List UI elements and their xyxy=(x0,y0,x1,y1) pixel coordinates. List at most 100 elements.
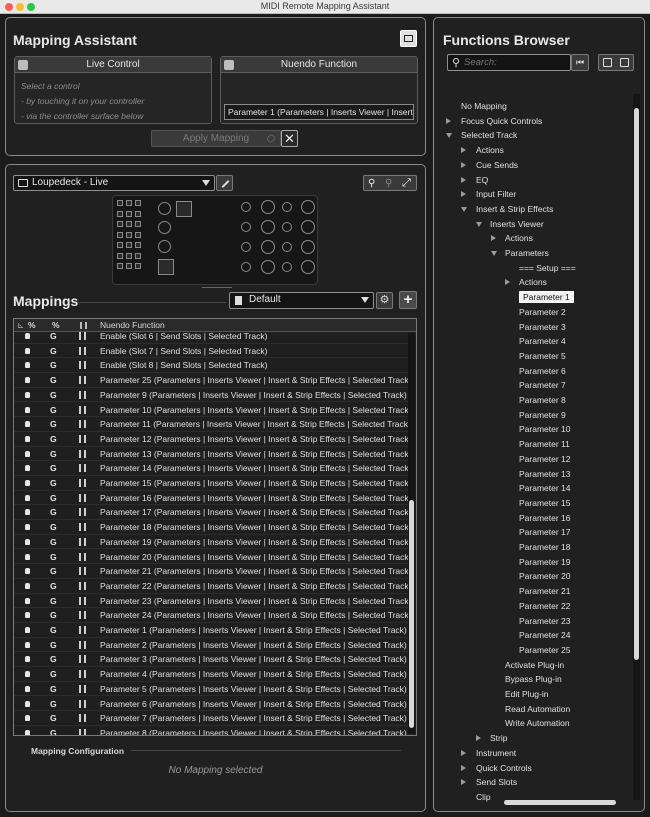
pad-button[interactable] xyxy=(126,252,132,259)
dial[interactable] xyxy=(261,220,275,234)
table-row[interactable]: G Parameter 18 (Parameters | Inserts View… xyxy=(14,520,411,535)
tree-item[interactable]: Parameters xyxy=(505,246,549,261)
lock-icon[interactable] xyxy=(224,60,234,70)
table-row[interactable]: G Parameter 25 (Parameters | Inserts View… xyxy=(14,373,411,388)
layout-toggle-button[interactable] xyxy=(400,30,417,47)
pad-button[interactable] xyxy=(135,221,141,227)
dial[interactable] xyxy=(261,240,275,254)
table-row[interactable]: G Parameter 5 (Parameters | Inserts Viewe… xyxy=(14,682,409,697)
page-settings-button[interactable]: ⚙ xyxy=(376,292,393,309)
knob[interactable] xyxy=(158,221,171,234)
chevron-right-icon[interactable] xyxy=(505,279,510,286)
table-row[interactable]: G Parameter 14 (Parameters | Inserts View… xyxy=(14,461,411,476)
dial[interactable] xyxy=(301,260,315,274)
table-row[interactable]: G Parameter 2 (Parameters | Inserts Viewe… xyxy=(14,638,409,653)
tree-item[interactable]: Clip xyxy=(476,790,491,805)
tree-item[interactable]: Parameter 5 xyxy=(519,349,566,364)
tree-item[interactable]: No Mapping xyxy=(461,99,507,114)
tree-item[interactable]: Parameter 15 xyxy=(519,496,571,511)
chevron-right-icon[interactable] xyxy=(461,176,466,183)
chevron-down-icon[interactable] xyxy=(461,206,467,212)
encoder[interactable] xyxy=(282,222,292,232)
clear-mapping-button[interactable]: ✕ xyxy=(281,130,298,147)
chevron-down-icon[interactable] xyxy=(446,133,452,139)
collapse-all-button[interactable]: ⏮ xyxy=(571,54,589,71)
tree-item[interactable]: Input Filter xyxy=(476,187,516,202)
functions-scrollbar-thumb[interactable] xyxy=(634,108,639,660)
tree-item[interactable]: Parameter 22 xyxy=(519,599,571,614)
table-row[interactable]: G Parameter 6 (Parameters | Inserts Viewe… xyxy=(14,697,409,712)
tree-item[interactable]: Actions xyxy=(476,143,504,158)
pad-button[interactable] xyxy=(117,252,123,259)
dial[interactable] xyxy=(301,200,315,214)
pad-button[interactable] xyxy=(126,231,132,238)
pad-button[interactable] xyxy=(135,231,141,238)
lock-icon[interactable] xyxy=(18,60,28,70)
chevron-right-icon[interactable] xyxy=(461,764,466,771)
tree-item[interactable]: Insert & Strip Effects xyxy=(476,202,553,217)
tree-item[interactable]: Parameter 14 xyxy=(519,481,571,496)
controller-surface[interactable] xyxy=(112,195,318,285)
pad-button[interactable] xyxy=(126,263,132,269)
chevron-down-icon[interactable] xyxy=(476,221,482,227)
pad-button[interactable] xyxy=(126,200,132,206)
add-page-button[interactable]: + xyxy=(399,291,417,309)
chevron-right-icon[interactable] xyxy=(491,235,496,242)
table-row[interactable]: G Parameter 24 (Parameters | Inserts View… xyxy=(14,608,411,623)
apply-mapping-button[interactable]: Apply Mapping xyxy=(151,130,281,147)
pad-button[interactable] xyxy=(135,242,141,248)
fit-view-icon[interactable]: ⤢ xyxy=(402,177,411,190)
table-row[interactable]: G Parameter 1 (Parameters | Inserts Viewe… xyxy=(14,623,409,638)
dial[interactable] xyxy=(261,200,275,214)
tree-item[interactable]: Parameter 16 xyxy=(519,511,571,526)
pad-button[interactable] xyxy=(117,210,123,217)
table-row[interactable]: G Parameter 7 (Parameters | Inserts Viewe… xyxy=(14,711,409,726)
pad-button[interactable] xyxy=(126,221,132,227)
tree-item[interactable]: Strip xyxy=(490,731,507,746)
tree-item[interactable]: Parameter 24 xyxy=(519,628,571,643)
tree-item[interactable]: Parameter 1 xyxy=(519,290,574,305)
touch-area[interactable] xyxy=(158,259,174,275)
table-row[interactable]: G Enable (Slot 8 | Send Slots | Selected … xyxy=(14,358,409,374)
table-row[interactable]: G Parameter 11 (Parameters | Inserts View… xyxy=(14,417,411,432)
encoder[interactable] xyxy=(282,262,292,272)
tree-item[interactable]: Parameter 10 xyxy=(519,422,571,437)
table-row[interactable]: G Parameter 3 (Parameters | Inserts Viewe… xyxy=(14,652,409,668)
tree-item[interactable]: Parameter 7 xyxy=(519,378,566,393)
pad-button[interactable] xyxy=(126,242,132,248)
splitter-handle[interactable] xyxy=(202,287,232,288)
zoom-out-icon[interactable]: ⚲ xyxy=(385,178,392,189)
pad-button[interactable] xyxy=(126,210,132,217)
chevron-right-icon[interactable] xyxy=(461,191,466,198)
encoder[interactable] xyxy=(282,242,292,252)
list-view-icon[interactable] xyxy=(603,58,612,67)
knob[interactable] xyxy=(158,240,171,253)
tree-item[interactable]: Parameter 25 xyxy=(519,643,571,658)
tree-item[interactable]: Quick Controls xyxy=(476,761,532,776)
tree-item[interactable]: Parameter 11 xyxy=(519,437,570,452)
tree-item[interactable]: Read Automation xyxy=(505,702,570,717)
tree-item[interactable]: Focus Quick Controls xyxy=(461,114,542,129)
tree-item[interactable]: Actions xyxy=(505,231,533,246)
mappings-scrollbar-thumb[interactable] xyxy=(409,500,414,728)
pad-button[interactable] xyxy=(135,210,141,217)
tree-item[interactable]: EQ xyxy=(476,173,488,188)
mapping-page-select[interactable]: Default xyxy=(229,292,374,309)
dial[interactable] xyxy=(261,260,275,274)
chevron-right-icon[interactable] xyxy=(461,749,466,756)
pad-button[interactable] xyxy=(135,263,141,269)
touch-area[interactable] xyxy=(176,201,192,217)
dial[interactable] xyxy=(301,240,315,254)
table-row[interactable]: G Parameter 9 (Parameters | Inserts Viewe… xyxy=(14,388,409,403)
chevron-right-icon[interactable] xyxy=(476,735,481,742)
tree-item[interactable]: Inserts Viewer xyxy=(490,217,544,232)
tree-item[interactable]: Bypass Plug-in xyxy=(505,672,562,687)
tree-item[interactable]: Activate Plug-in xyxy=(505,658,564,673)
table-row[interactable]: G Parameter 23 (Parameters | Inserts View… xyxy=(14,594,411,609)
knob[interactable] xyxy=(158,202,171,215)
pad-button[interactable] xyxy=(117,242,123,248)
tree-item[interactable]: Actions xyxy=(519,275,547,290)
search-field[interactable]: ⚲ xyxy=(447,54,571,71)
table-row[interactable]: G Parameter 19 (Parameters | Inserts View… xyxy=(14,535,411,550)
encoder[interactable] xyxy=(241,242,251,252)
